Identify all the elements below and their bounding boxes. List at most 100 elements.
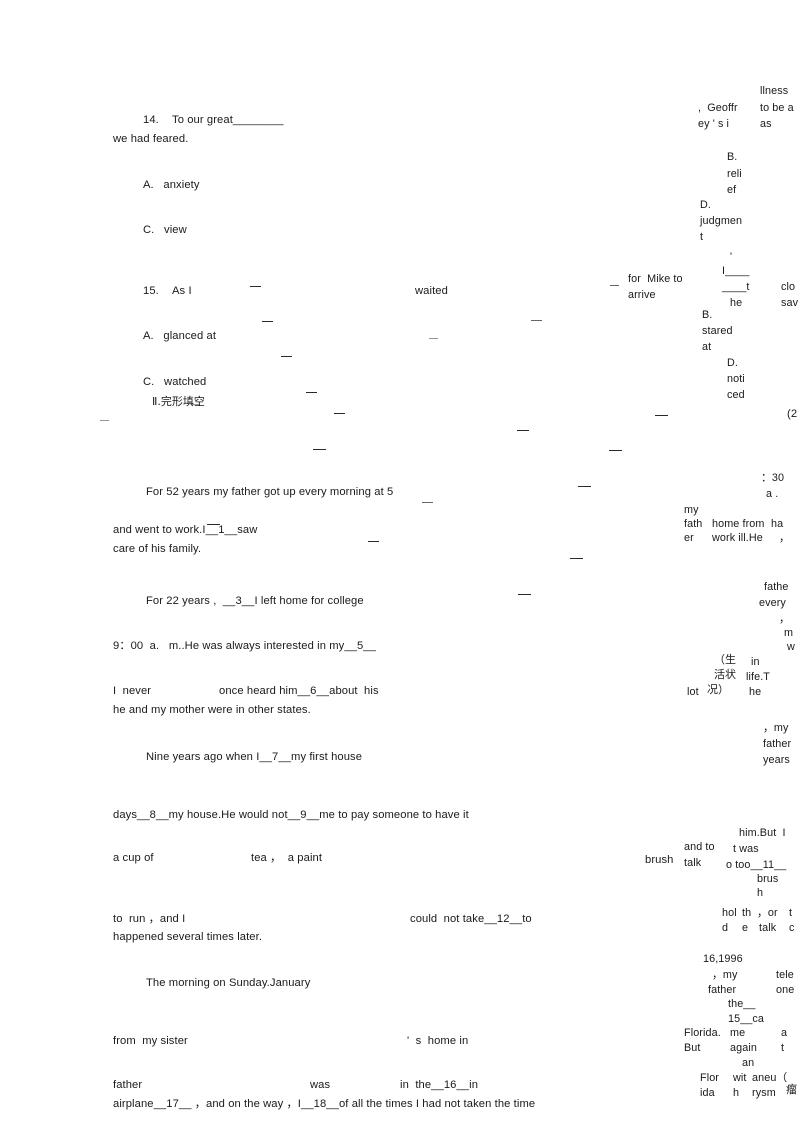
passage-line-8: he and my mother were in other states.	[113, 704, 311, 716]
fragment-father-3: father	[708, 984, 737, 996]
passage-line-2: and went to work.I__1__saw	[113, 524, 258, 536]
question-14-option-b[interactable]: B.	[727, 150, 737, 164]
fragment-sav: sav	[781, 297, 799, 309]
question-14-number: 14.	[143, 114, 159, 126]
passage-line-17: The morning on Sunday.January	[146, 977, 311, 989]
fragment-as: as	[760, 118, 772, 130]
fragment-comma-my-2: ，my	[712, 969, 738, 981]
fragment-er: er	[684, 532, 694, 544]
passage-line-15: could not take__12__to	[410, 913, 532, 925]
question-14-option-a[interactable]: A. anxiety	[143, 179, 200, 192]
passage-line-3: care of his family.	[113, 543, 202, 555]
fragment-comma-my: ，my	[763, 722, 789, 734]
section-marks: (2	[787, 408, 798, 420]
ocr-dash-artifact	[578, 486, 591, 487]
fragment-c: c	[789, 922, 795, 934]
passage-line-13: brush	[645, 854, 674, 866]
question-15-number: 15.	[143, 285, 159, 297]
fragment-him-but: him.But I	[739, 827, 786, 839]
fragment-e: e	[742, 922, 749, 934]
ocr-dash-artifact	[250, 286, 261, 287]
question-15-option-b-word: stared	[702, 325, 733, 337]
passage-line-20: father	[113, 1079, 143, 1091]
fragment-th: th	[742, 907, 752, 919]
ocr-dash-artifact	[281, 356, 292, 357]
passage-line-18: from my sister	[113, 1035, 188, 1047]
passage-line-22: in the__16__in	[400, 1079, 479, 1091]
question-14-option-d[interactable]: D.	[700, 198, 711, 212]
fragment-my: my	[684, 504, 699, 516]
fragment-every: every	[759, 597, 786, 609]
ocr-dash-artifact	[609, 450, 622, 451]
fragment-talk-2: talk	[759, 922, 777, 934]
ocr-dash-artifact	[429, 338, 438, 339]
passage-line-12: tea ， a paint	[251, 852, 323, 864]
fragment-geoffrey-line1: , Geoffr	[698, 102, 738, 114]
fragment-and-to: and to	[684, 841, 715, 853]
question-15-option-b[interactable]: B.	[702, 308, 712, 322]
fragment-brus: brus	[757, 873, 779, 885]
question-15-option-b-word-cont: at	[702, 341, 712, 353]
passage-line-9: Nine years ago when I__7__my first house	[146, 751, 363, 763]
fragment-t-3: t	[781, 1042, 785, 1054]
ocr-dash-artifact	[570, 558, 583, 559]
fragment-an: an	[742, 1057, 755, 1069]
question-14-option-c[interactable]: C. view	[143, 224, 187, 237]
gloss-aneurysm-cjk: 瘤	[786, 1083, 797, 1096]
fragment-years: years	[763, 754, 790, 766]
ocr-dash-artifact	[422, 502, 433, 503]
fragment-t-2: t	[789, 907, 793, 919]
question-15-option-d-word: noti	[727, 373, 745, 385]
fragment-father-2: father	[763, 738, 792, 750]
ocr-dash-artifact	[655, 415, 668, 416]
passage-line-1: For 52 years my father got up every morn…	[146, 486, 394, 498]
fragment-h-2: h	[733, 1087, 740, 1099]
fragment-lot: lot	[687, 686, 699, 698]
question-14-stem: To our great________	[172, 114, 284, 126]
section-heading-cloze: Ⅱ.完形填空	[152, 395, 205, 408]
gloss-close: 况）	[707, 683, 729, 696]
question-15-option-a[interactable]: A. glanced at	[143, 330, 216, 343]
ocr-dash-artifact	[313, 449, 326, 450]
passage-line-21: was	[310, 1079, 331, 1091]
fragment-o-too-11: o too__11__	[726, 859, 787, 871]
fragment-illness: llness	[760, 85, 789, 97]
ocr-dash-artifact	[191, 404, 200, 405]
fragment-fath: fath	[684, 518, 703, 530]
fragment-h: h	[757, 887, 764, 899]
ocr-dash-artifact	[207, 524, 220, 525]
question-15-frag-for-mike: for Mike to	[628, 273, 683, 285]
fragment-the-blank: the__	[728, 998, 756, 1010]
passage-line-23: airplane__17__ ，and on the way ，I__18__o…	[113, 1098, 536, 1110]
fragment-d: d	[722, 922, 729, 934]
passage-line-11: a cup of	[113, 852, 154, 864]
fragment-comma-2: ，	[779, 613, 790, 625]
question-15-option-c[interactable]: C. watched	[143, 376, 206, 389]
question-15-option-d[interactable]: D.	[727, 356, 738, 370]
fragment-rysm: rysm	[752, 1087, 776, 1099]
fragment-comma-1: ，	[779, 532, 790, 544]
fragment-geoffrey-line2: ey ' s i	[698, 118, 730, 130]
ocr-dash-artifact	[306, 392, 317, 393]
question-15-frag-arrive: arrive	[628, 289, 656, 301]
passage-line-14: to run ，and I	[113, 913, 186, 925]
fragment-tele: tele	[776, 969, 794, 981]
ocr-dash-artifact	[368, 541, 379, 542]
question-14-option-b-word-cont: ef	[727, 184, 737, 196]
question-15-stem-tail: waited	[415, 285, 448, 297]
fragment-flor: Flor	[700, 1072, 719, 1084]
fragment-me: me	[730, 1027, 746, 1039]
fragment-quote-mark: '	[730, 251, 733, 263]
fragment-blank-t: ____t	[722, 281, 750, 293]
fragment-again: again	[730, 1042, 757, 1054]
fragment-comma-or: ，or	[757, 907, 778, 919]
ocr-dash-artifact	[518, 594, 531, 595]
fragment-aneu: aneu（	[752, 1072, 788, 1084]
question-14-stem-continuation: we had feared.	[113, 133, 189, 145]
fragment-work-ill: work ill.He	[712, 532, 763, 544]
fragment-blank-i: I____	[722, 265, 750, 277]
fragment-t-was: t was	[733, 843, 759, 855]
question-15-stem: As I	[172, 285, 192, 297]
fragment-talk: talk	[684, 857, 702, 869]
question-15-option-d-word-cont: ced	[727, 389, 745, 401]
